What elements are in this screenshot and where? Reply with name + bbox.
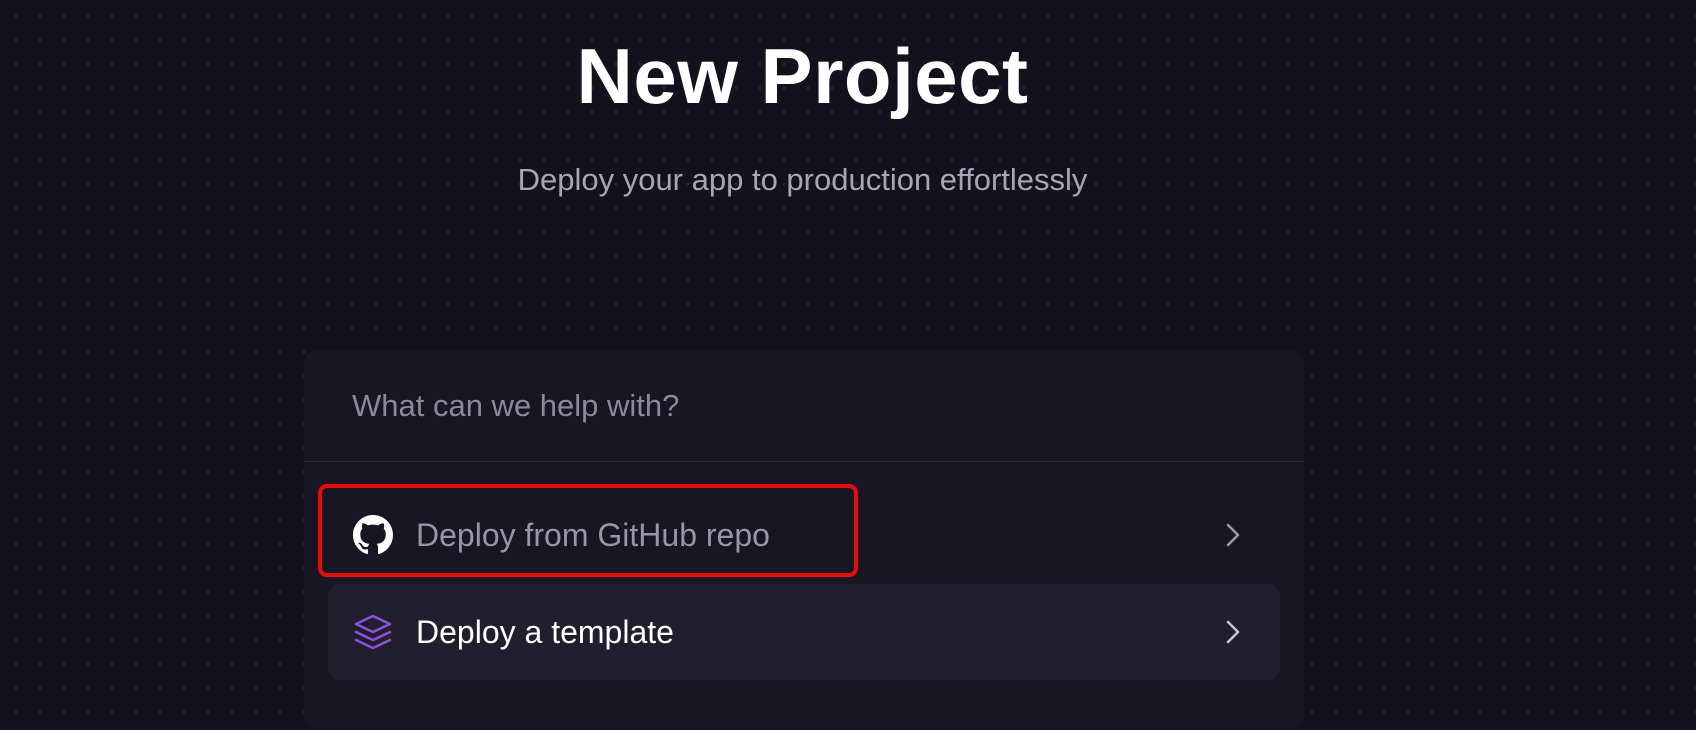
search-row [304,350,1304,462]
deploy-template-label: Deploy a template [416,614,674,650]
search-input[interactable] [352,387,1232,424]
new-project-panel: Deploy from GitHub repo Deploy a templat… [304,350,1304,730]
github-icon [352,514,394,556]
deploy-from-github-option[interactable]: Deploy from GitHub repo [328,487,1280,583]
chevron-right-icon [1218,617,1248,647]
chevron-right-icon [1218,520,1248,550]
layers-icon [352,611,394,653]
deploy-template-option[interactable]: Deploy a template [328,584,1280,680]
page-title: New Project [576,32,1029,120]
deploy-from-github-label: Deploy from GitHub repo [416,517,770,553]
page-subtitle: Deploy your app to production effortless… [517,162,1088,197]
